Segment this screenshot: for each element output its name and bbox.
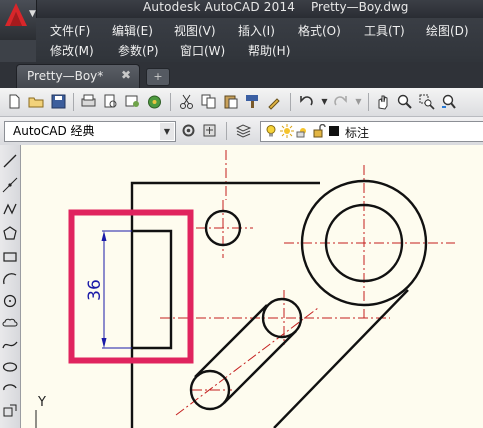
match-properties-icon[interactable] xyxy=(244,93,261,110)
plot-icon[interactable] xyxy=(146,93,163,110)
layer-name: 标注 xyxy=(345,126,370,140)
new-icon[interactable] xyxy=(6,93,23,110)
chevron-down-icon: ▼ xyxy=(160,123,174,140)
drawing-area: 36 Y xyxy=(35,150,455,428)
title-bar: Autodesk AutoCAD 2014 Pretty—Boy.dwg xyxy=(0,0,483,18)
zoom-previous-icon[interactable] xyxy=(440,93,457,110)
lightbulb-icon[interactable] xyxy=(264,124,278,138)
autocad-logo-icon xyxy=(5,3,27,26)
cut-icon[interactable] xyxy=(178,93,195,110)
zoom-realtime-icon[interactable] xyxy=(396,93,413,110)
dimension-text: 36 xyxy=(85,279,105,301)
add-icon: + xyxy=(153,70,163,83)
slot-edge-left xyxy=(194,304,268,378)
customize-icon[interactable] xyxy=(201,122,218,139)
layer-dropdown[interactable]: 标注 xyxy=(260,121,483,142)
dimension-arrow-bottom xyxy=(101,338,107,348)
menu-bar: 文件(F) 编辑(E) 视图(V) 插入(I) 格式(O) 工具(T) 绘图(D… xyxy=(36,18,483,62)
redo-dropdown-icon[interactable]: ▼ xyxy=(350,93,367,110)
drawing-canvas[interactable]: 36 Y xyxy=(21,145,483,428)
pan-icon[interactable] xyxy=(374,93,391,110)
toolbar-separator xyxy=(290,93,291,111)
copy-icon[interactable] xyxy=(200,93,217,110)
viewport-freeze-icon[interactable] xyxy=(296,124,310,138)
document-tab-strip: Pretty—Boy* ✖ + xyxy=(0,62,483,88)
layer-color-swatch xyxy=(329,126,339,136)
menu-format[interactable]: 格式(O) xyxy=(298,22,341,39)
draw-toolbar xyxy=(0,145,21,428)
open-icon[interactable] xyxy=(28,93,45,110)
workspace-settings-icon[interactable] xyxy=(180,122,197,139)
dimension-36: 36 xyxy=(85,229,173,350)
menu-insert[interactable]: 插入(I) xyxy=(238,22,275,39)
file-name: Pretty—Boy.dwg xyxy=(311,0,409,14)
menu-help[interactable]: 帮助(H) xyxy=(248,42,290,59)
application-menu-button[interactable]: ▼ xyxy=(0,0,37,40)
app-title: Autodesk AutoCAD 2014 xyxy=(143,0,296,14)
slot-edge-right xyxy=(223,330,297,404)
revision-cloud-icon[interactable] xyxy=(2,315,18,331)
menu-window[interactable]: 窗口(W) xyxy=(180,42,225,59)
construction-line-icon[interactable] xyxy=(2,177,18,193)
ellipse-arc-icon[interactable] xyxy=(2,381,18,397)
standard-toolbar: ▼ ▼ xyxy=(0,88,483,117)
toolbar-separator xyxy=(368,93,369,111)
layer-properties-icon[interactable] xyxy=(235,122,252,139)
sun-icon[interactable] xyxy=(280,124,294,138)
rectangle-icon[interactable] xyxy=(2,249,18,265)
menu-parameters[interactable]: 参数(P) xyxy=(118,42,159,59)
chevron-down-icon: ▼ xyxy=(29,9,36,19)
document-tab-label: Pretty—Boy* xyxy=(27,69,104,83)
workspace-select[interactable]: AutoCAD 经典 ▼ xyxy=(4,121,176,142)
workspace-value: AutoCAD 经典 xyxy=(13,124,95,138)
workspace-layer-toolbar: AutoCAD 经典 ▼ 标注 xyxy=(0,117,483,146)
toolbar-separator xyxy=(170,93,171,111)
close-icon[interactable]: ✖ xyxy=(121,68,131,82)
polygon-icon[interactable] xyxy=(2,225,18,241)
paste-icon[interactable] xyxy=(222,93,239,110)
print-preview-icon[interactable] xyxy=(102,93,119,110)
circle-icon[interactable] xyxy=(2,293,18,309)
toolbar-separator xyxy=(73,93,74,111)
arc-icon[interactable] xyxy=(2,271,18,287)
unlock-icon[interactable] xyxy=(312,124,326,138)
menu-modify[interactable]: 修改(M) xyxy=(50,42,94,59)
toolbar-separator xyxy=(226,122,227,140)
brush-icon[interactable] xyxy=(266,93,283,110)
document-tab[interactable]: Pretty—Boy* ✖ xyxy=(16,64,140,88)
menu-file[interactable]: 文件(F) xyxy=(50,22,90,39)
zoom-window-icon[interactable] xyxy=(418,93,435,110)
notch-outline xyxy=(132,229,173,350)
redo-icon[interactable] xyxy=(332,93,349,110)
ellipse-icon[interactable] xyxy=(2,359,18,375)
line-icon[interactable] xyxy=(2,153,18,169)
ucs-icon: Y xyxy=(35,395,46,428)
print-icon[interactable] xyxy=(80,93,97,110)
menu-view[interactable]: 视图(V) xyxy=(174,22,216,39)
ucs-y-label: Y xyxy=(37,395,46,410)
new-tab-button[interactable]: + xyxy=(146,68,170,86)
spline-icon[interactable] xyxy=(2,337,18,353)
save-icon[interactable] xyxy=(50,93,67,110)
menu-draw[interactable]: 绘图(D) xyxy=(426,22,469,39)
dimension-arrow-top xyxy=(101,231,107,241)
publish-icon[interactable] xyxy=(124,93,141,110)
part-geometry xyxy=(130,179,428,428)
insert-block-icon[interactable] xyxy=(2,403,18,419)
undo-icon[interactable] xyxy=(298,93,315,110)
menu-tools[interactable]: 工具(T) xyxy=(364,22,405,39)
polyline-icon[interactable] xyxy=(2,201,18,217)
undo-dropdown-icon[interactable]: ▼ xyxy=(316,93,333,110)
menu-edit[interactable]: 编辑(E) xyxy=(112,22,153,39)
